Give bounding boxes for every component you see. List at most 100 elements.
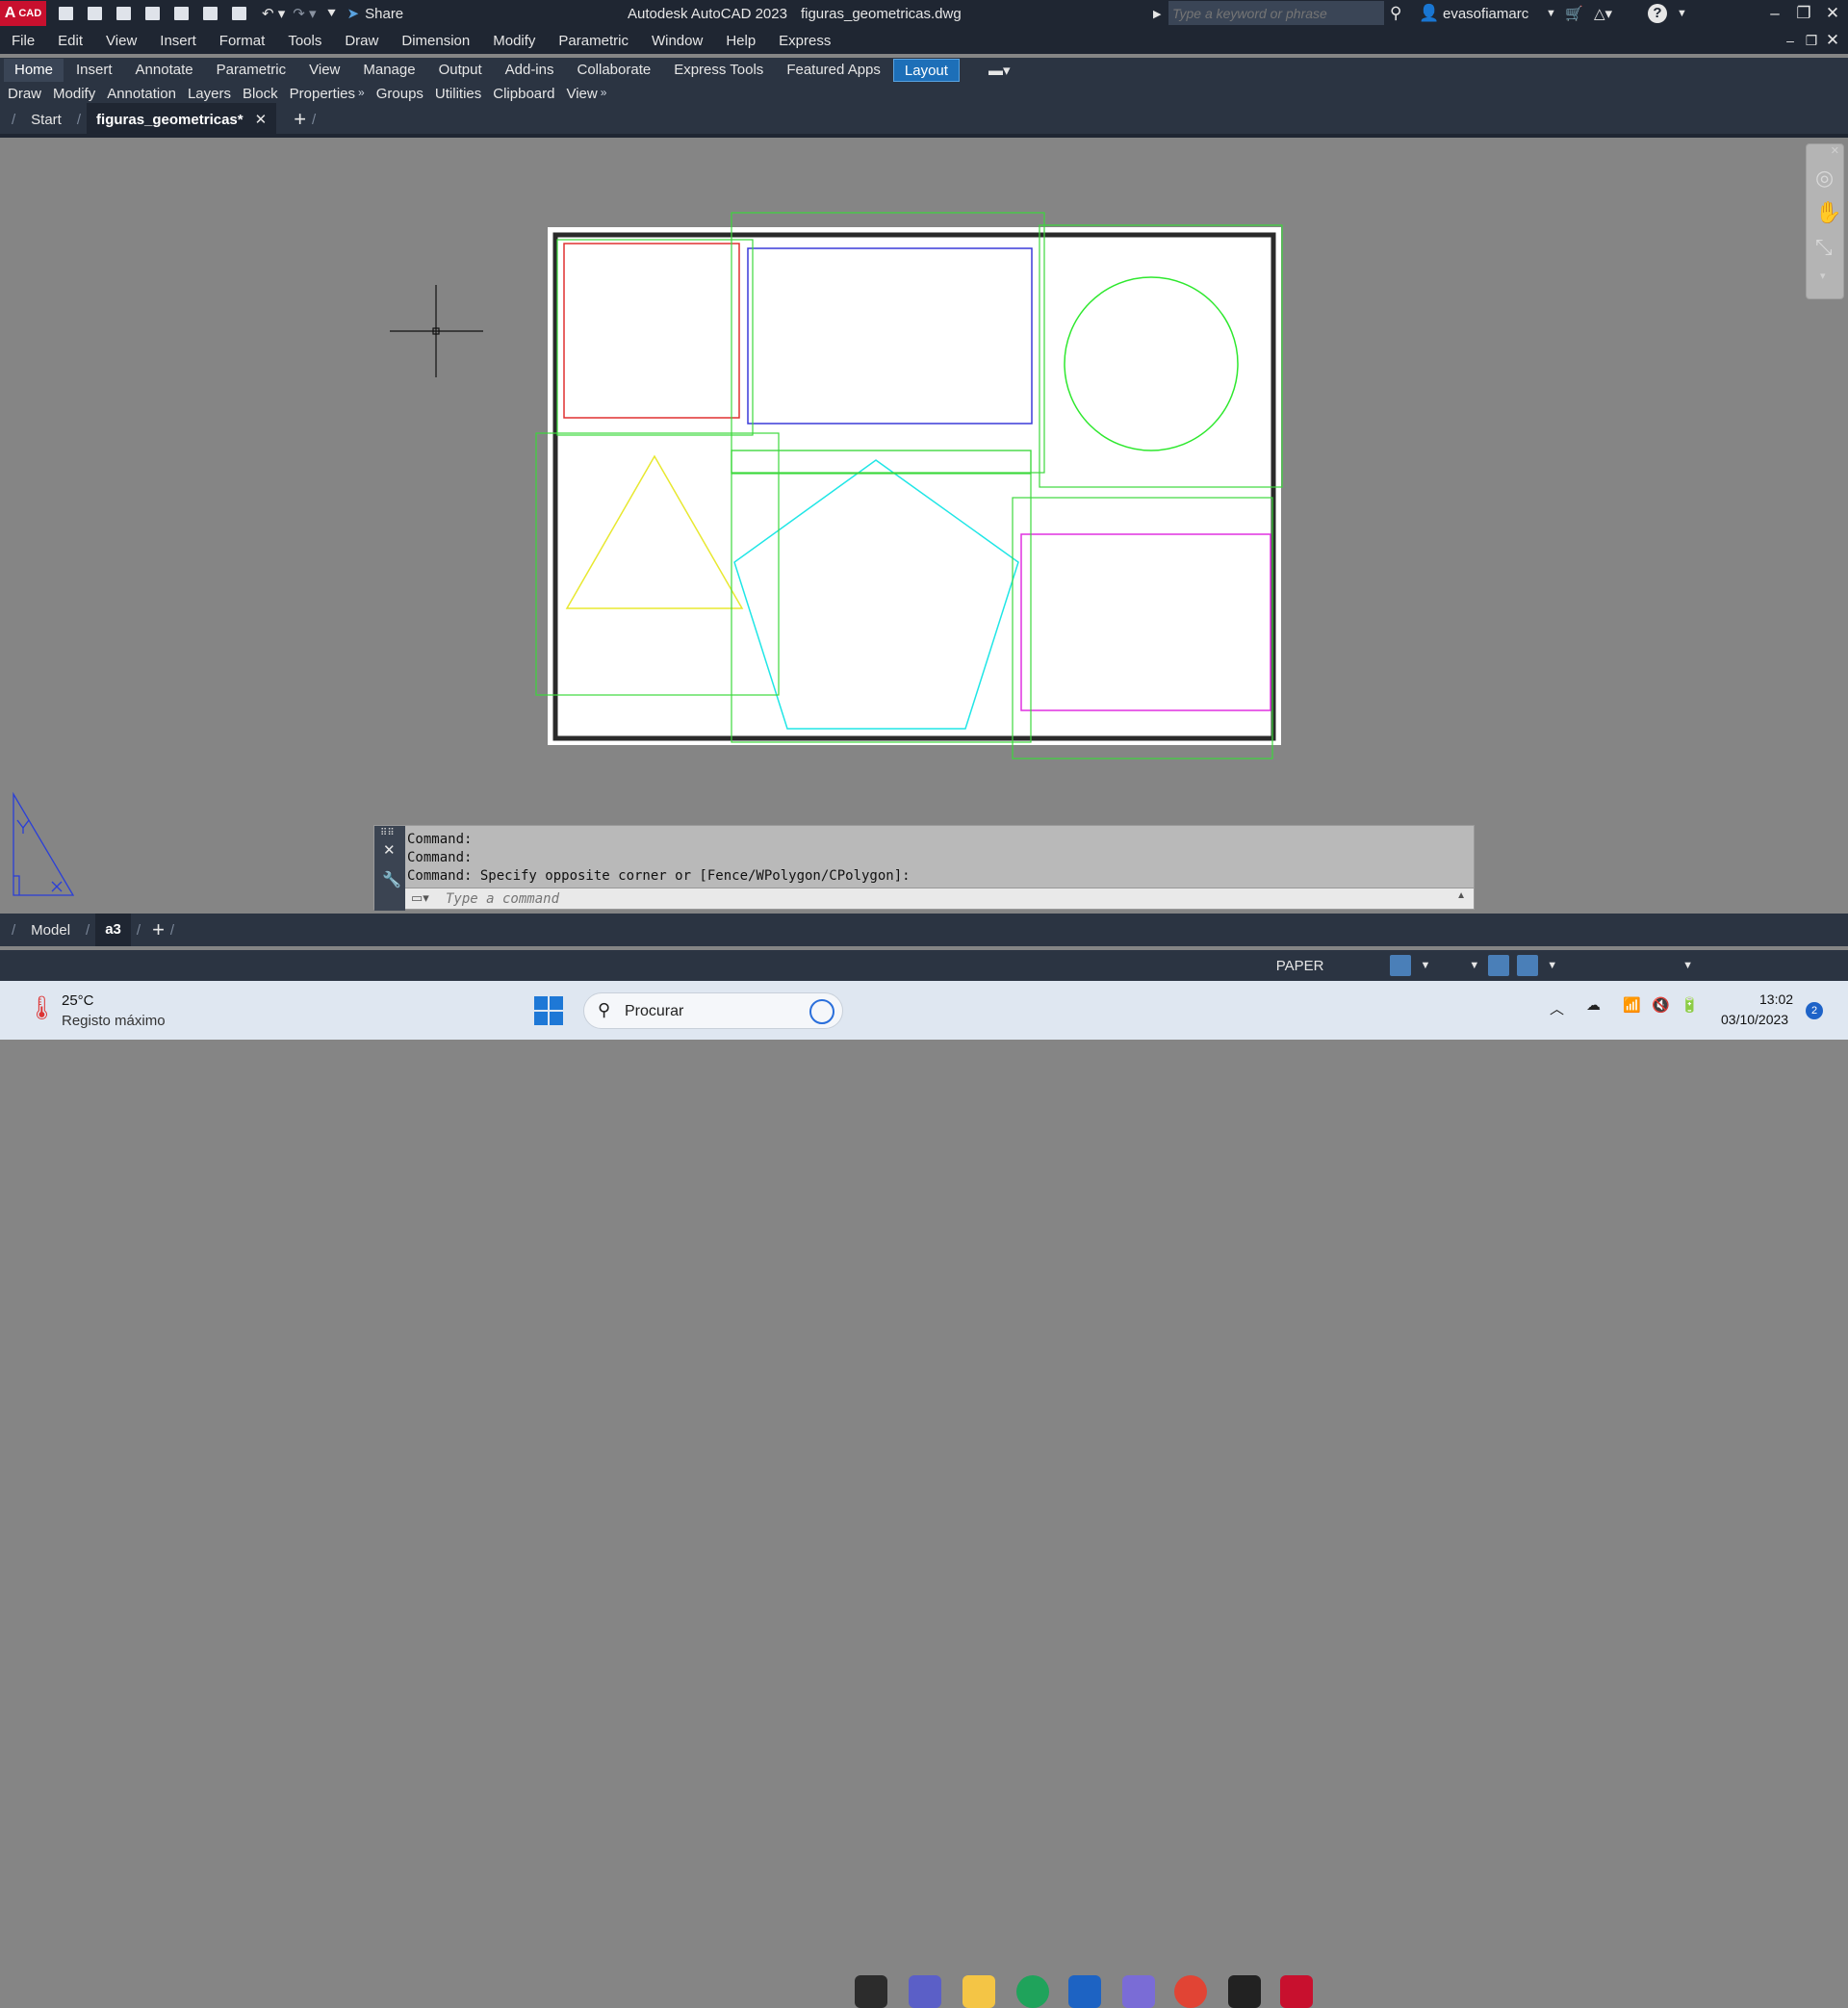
new-tab-icon[interactable]: + <box>294 107 306 132</box>
weather-condition[interactable]: Registo máximo <box>62 1013 166 1029</box>
clock-time[interactable]: 13:02 <box>1759 991 1793 1007</box>
onedrive-icon[interactable]: ☁ <box>1586 996 1601 1014</box>
isodraft-dropdown-icon[interactable]: ▼ <box>1464 960 1484 971</box>
tab-figuras-geometricas[interactable]: figuras_geometricas* ✕ <box>87 103 277 136</box>
menu-modify[interactable]: Modify <box>481 33 547 49</box>
autocad-app-icon[interactable] <box>1280 1975 1313 2008</box>
tab-a3[interactable]: a3 <box>95 914 131 946</box>
ribbon-tab-featured-apps[interactable]: Featured Apps <box>776 59 891 82</box>
cart-icon[interactable]: 🛒 <box>1565 5 1583 22</box>
menu-file[interactable]: File <box>0 33 46 49</box>
command-window-handle[interactable]: ⠿⠿ ✕ 🔧 <box>374 826 405 911</box>
panel-draw[interactable]: Draw <box>2 86 47 102</box>
user-icon[interactable]: 👤 <box>1419 4 1439 23</box>
ribbon-tab-output[interactable]: Output <box>428 59 493 82</box>
battery-icon[interactable]: 🔋 <box>1681 996 1699 1014</box>
close-tab-icon[interactable]: ✕ <box>255 111 268 128</box>
menu-format[interactable]: Format <box>208 33 277 49</box>
save-as-icon[interactable] <box>142 5 164 22</box>
task-view-icon[interactable] <box>855 1975 887 2008</box>
weather-icon[interactable]: 🌡 <box>27 994 56 1022</box>
search-input[interactable] <box>1168 1 1384 25</box>
steering-wheel-icon[interactable]: ◎ <box>1815 166 1834 191</box>
save-to-web-icon[interactable] <box>200 5 221 22</box>
undo-icon[interactable]: ↶ ▾ <box>262 5 285 22</box>
menu-view[interactable]: View <box>94 33 148 49</box>
panel-groups[interactable]: Groups <box>371 86 429 102</box>
start-button[interactable] <box>534 996 563 1025</box>
tab-model[interactable]: Model <box>21 922 80 939</box>
polar-dropdown-icon[interactable]: ▼ <box>1415 960 1435 971</box>
ribbon-display-toggle-icon[interactable]: ▬▾ <box>988 62 1011 79</box>
annotation-monitor-icon[interactable] <box>1702 955 1723 976</box>
menu-insert[interactable]: Insert <box>148 33 208 49</box>
search-expand-icon[interactable]: ▶ <box>1153 8 1161 20</box>
search-box[interactable] <box>1168 1 1384 25</box>
save-icon[interactable] <box>114 5 135 22</box>
clock-date[interactable]: 03/10/2023 <box>1721 1012 1788 1027</box>
ribbon-tab-view[interactable]: View <box>298 59 350 82</box>
auto-scale-icon[interactable] <box>1595 955 1616 976</box>
snap-icon[interactable] <box>1332 955 1353 976</box>
customize-quick-access-icon[interactable]: ⯆ <box>326 6 338 22</box>
polar-tracking-icon[interactable] <box>1390 955 1412 976</box>
customize-icon[interactable]: 🔧 <box>382 870 401 889</box>
search-icon[interactable]: ⚲ <box>1390 4 1401 23</box>
ribbon-tab-express-tools[interactable]: Express Tools <box>663 59 774 82</box>
share-button[interactable]: Share <box>365 6 403 22</box>
edge-icon[interactable] <box>1016 1975 1049 2008</box>
wifi-icon[interactable]: 📶 <box>1623 996 1641 1014</box>
customization-menu-icon[interactable] <box>1817 955 1838 976</box>
panel-modify[interactable]: Modify <box>47 86 101 102</box>
units-icon[interactable] <box>1731 955 1752 976</box>
panel-properties[interactable]: Properties <box>284 86 361 102</box>
drawing-canvas[interactable] <box>0 142 1848 910</box>
volume-icon[interactable]: 🔇 <box>1652 996 1670 1014</box>
minimize-button[interactable]: – <box>1761 4 1788 23</box>
restore-button[interactable]: ❐ <box>1790 4 1817 23</box>
menu-dimension[interactable]: Dimension <box>390 33 481 49</box>
annotation-scale-icon[interactable] <box>1624 955 1645 976</box>
panel-block[interactable]: Block <box>237 86 284 102</box>
zoom-extents-icon[interactable]: ⤡ <box>1815 235 1833 260</box>
doc-close-button[interactable]: ✕ <box>1819 31 1846 50</box>
ribbon-tab-layout[interactable]: Layout <box>892 58 960 82</box>
panel-view[interactable]: View <box>560 86 603 102</box>
navbar-close-icon[interactable]: ✕ <box>1831 144 1839 157</box>
new-layout-icon[interactable]: + <box>152 917 165 942</box>
autodesk-icon[interactable]: △▾ <box>1594 5 1612 22</box>
recent-commands-icon[interactable]: ▭▾ <box>411 890 429 906</box>
open-icon[interactable] <box>85 5 106 22</box>
menu-help[interactable]: Help <box>714 33 767 49</box>
command-window[interactable]: ⠿⠿ ✕ 🔧 Command: Command: Command: Specif… <box>373 825 1475 911</box>
taskbar-search[interactable]: ⚲ Procurar <box>583 992 843 1029</box>
ribbon-tab-annotate[interactable]: Annotate <box>125 59 204 82</box>
new-icon[interactable] <box>56 5 77 22</box>
menu-tools[interactable]: Tools <box>276 33 333 49</box>
workspace-dropdown-icon[interactable]: ▼ <box>1678 960 1698 971</box>
menu-window[interactable]: Window <box>640 33 714 49</box>
paper-space-toggle[interactable]: PAPER <box>1271 958 1329 974</box>
tab-start[interactable]: Start <box>21 112 71 128</box>
file-explorer-icon[interactable] <box>962 1975 995 2008</box>
app-logo[interactable]: A CAD <box>0 1 46 26</box>
open-from-web-icon[interactable] <box>171 5 192 22</box>
notification-badge[interactable]: 2 <box>1806 1002 1823 1019</box>
ribbon-tab-home[interactable]: Home <box>4 58 64 82</box>
username[interactable]: evasofiamarc <box>1443 6 1528 22</box>
panel-clipboard[interactable]: Clipboard <box>487 86 560 102</box>
object-snap-dropdown-icon[interactable]: ▼ <box>1542 960 1562 971</box>
copilot-icon[interactable] <box>1122 1975 1155 2008</box>
autocad-launcher-icon[interactable] <box>1228 1975 1261 2008</box>
object-snap-tracking-icon[interactable] <box>1488 955 1510 976</box>
panel-annotation[interactable]: Annotation <box>101 86 182 102</box>
user-dropdown-icon[interactable]: ▼ <box>1546 8 1556 19</box>
plot-icon[interactable] <box>229 5 250 22</box>
ribbon-tab-manage[interactable]: Manage <box>352 59 425 82</box>
teams-chat-icon[interactable] <box>909 1975 941 2008</box>
panel-layers[interactable]: Layers <box>182 86 237 102</box>
ribbon-tab-add-ins[interactable]: Add-ins <box>495 59 565 82</box>
object-snap-icon[interactable] <box>1517 955 1539 976</box>
clean-screen-icon[interactable] <box>1788 955 1810 976</box>
panel-properties-expand-icon[interactable]: » <box>358 86 365 102</box>
